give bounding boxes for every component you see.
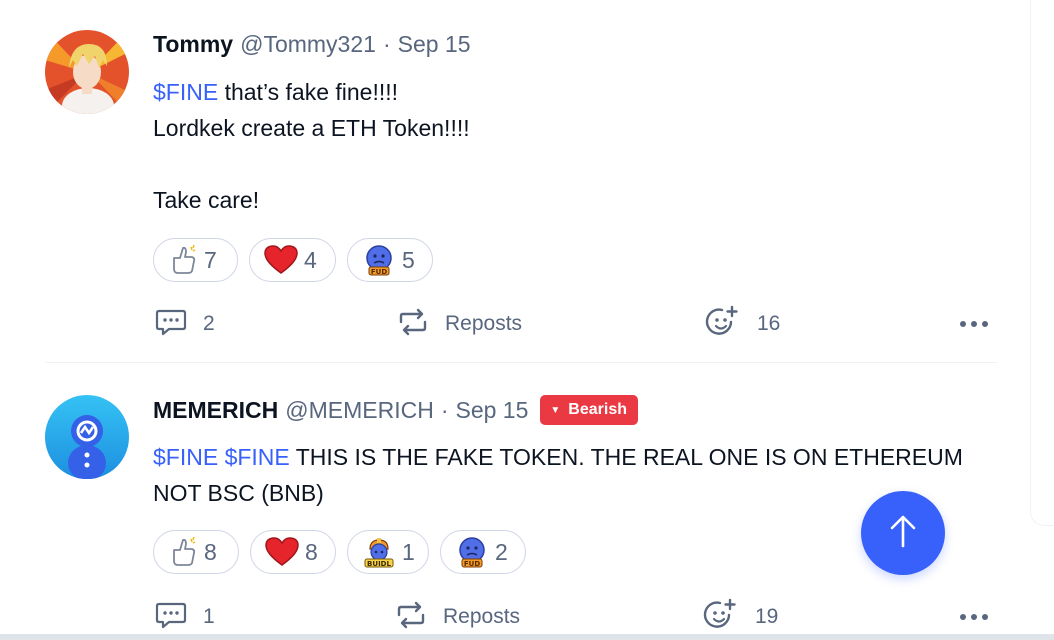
repost-icon [397, 308, 429, 341]
reaction-total: 16 [757, 312, 781, 335]
repost-button[interactable]: Reposts [397, 307, 522, 341]
reaction-count: 4 [304, 246, 317, 273]
reaction-count: 1 [402, 538, 415, 565]
more-options-button[interactable] [958, 600, 990, 634]
separator-dot: · [440, 396, 449, 423]
text-line: Lordkek create a ETH Token!!!! [153, 115, 470, 141]
fud-icon: FUD [362, 243, 396, 277]
repost-label: Reposts [443, 605, 521, 628]
post-date: Sep 15 [397, 30, 471, 57]
comment-count: 2 [203, 312, 215, 335]
thumbs-up-icon [168, 244, 198, 276]
comment-icon [155, 600, 187, 635]
reaction-thumbs-up[interactable]: 7 [153, 238, 238, 282]
repost-button[interactable]: Reposts [395, 600, 520, 634]
action-bar: 2 Reposts 16 [155, 305, 995, 344]
buidl-icon: BUIDL [362, 535, 396, 569]
right-sidebar-panel [1030, 0, 1054, 526]
reaction-buidl[interactable]: BUIDL 1 [347, 530, 429, 574]
bottom-scrollbar[interactable] [0, 634, 1054, 640]
more-options-button[interactable] [958, 307, 990, 341]
reaction-count: 5 [402, 246, 415, 273]
svg-text:FUD: FUD [464, 560, 480, 568]
post-text: $FINE that’s fake fine!!!! Lordkek creat… [153, 74, 470, 218]
comment-button[interactable]: 2 [155, 307, 215, 341]
svg-text:BUIDL: BUIDL [367, 560, 391, 568]
comment-count: 1 [203, 605, 215, 628]
cashtag-link[interactable]: $FINE [225, 444, 290, 470]
text-line: that’s fake fine!!!! [218, 79, 399, 105]
avatar[interactable] [45, 395, 129, 479]
repost-label: Reposts [445, 312, 523, 335]
comment-button[interactable]: 1 [155, 600, 215, 634]
reactions-bar: 8 8 BUIDL 1 FUD 2 [153, 530, 526, 574]
fud-icon: FUD [455, 535, 489, 569]
emoji-plus-icon [703, 598, 737, 637]
comment-icon [155, 307, 187, 342]
thumbs-up-icon [168, 536, 198, 568]
sentiment-badge: ▼ Bearish [540, 395, 638, 425]
author-handle[interactable]: @Tommy321 [240, 31, 376, 58]
reaction-count: 7 [204, 246, 217, 273]
reaction-total: 19 [755, 605, 779, 628]
post-text: $FINE $FINE THIS IS THE FAKE TOKEN. THE … [153, 439, 963, 511]
post-header: MEMERICH @MEMERICH · Sep 15 ▼ Bearish [153, 394, 638, 426]
badge-label: Bearish [568, 401, 627, 418]
action-bar: 1 Reposts 19 [155, 598, 995, 637]
cashtag-link[interactable]: $FINE [153, 79, 218, 105]
post-header: Tommy @Tommy321 · Sep 15 [153, 28, 471, 60]
post-tommy: Tommy @Tommy321 · Sep 15 $FINE that’s fa… [0, 0, 1000, 362]
post-memerich: MEMERICH @MEMERICH · Sep 15 ▼ Bearish $FI… [0, 363, 1000, 640]
caret-down-icon: ▼ [550, 404, 561, 416]
cashtag-link[interactable]: $FINE [153, 444, 218, 470]
avatar[interactable] [45, 30, 129, 114]
text-line: Take care! [153, 187, 260, 213]
text-line: NOT BSC (BNB) [153, 480, 324, 506]
text-line: THIS IS THE FAKE TOKEN. THE REAL ONE IS … [289, 444, 963, 470]
reaction-count: 8 [204, 538, 217, 565]
more-icon [958, 608, 990, 626]
author-handle[interactable]: @MEMERICH [285, 397, 434, 424]
emoji-plus-icon [705, 305, 739, 344]
repost-icon [395, 601, 427, 634]
reaction-count: 8 [305, 538, 318, 565]
reactions-bar: 7 4 FUD 5 [153, 238, 433, 282]
heart-icon [265, 537, 299, 567]
separator-dot: · [382, 30, 391, 57]
more-icon [958, 315, 990, 333]
reaction-fud[interactable]: FUD 2 [440, 530, 526, 574]
reaction-count: 2 [495, 538, 508, 565]
reaction-heart[interactable]: 8 [250, 530, 336, 574]
reaction-thumbs-up[interactable]: 8 [153, 530, 239, 574]
arrow-up-icon [888, 514, 918, 553]
add-reaction-button[interactable]: 19 [703, 598, 779, 637]
scroll-to-top-button[interactable] [861, 491, 945, 575]
reaction-heart[interactable]: 4 [249, 238, 336, 282]
author-name[interactable]: Tommy [153, 31, 233, 58]
svg-text:FUD: FUD [371, 268, 387, 276]
add-reaction-button[interactable]: 16 [705, 305, 781, 344]
heart-icon [264, 245, 298, 275]
post-date: Sep 15 [455, 396, 529, 423]
author-name[interactable]: MEMERICH [153, 397, 278, 424]
reaction-fud[interactable]: FUD 5 [347, 238, 433, 282]
